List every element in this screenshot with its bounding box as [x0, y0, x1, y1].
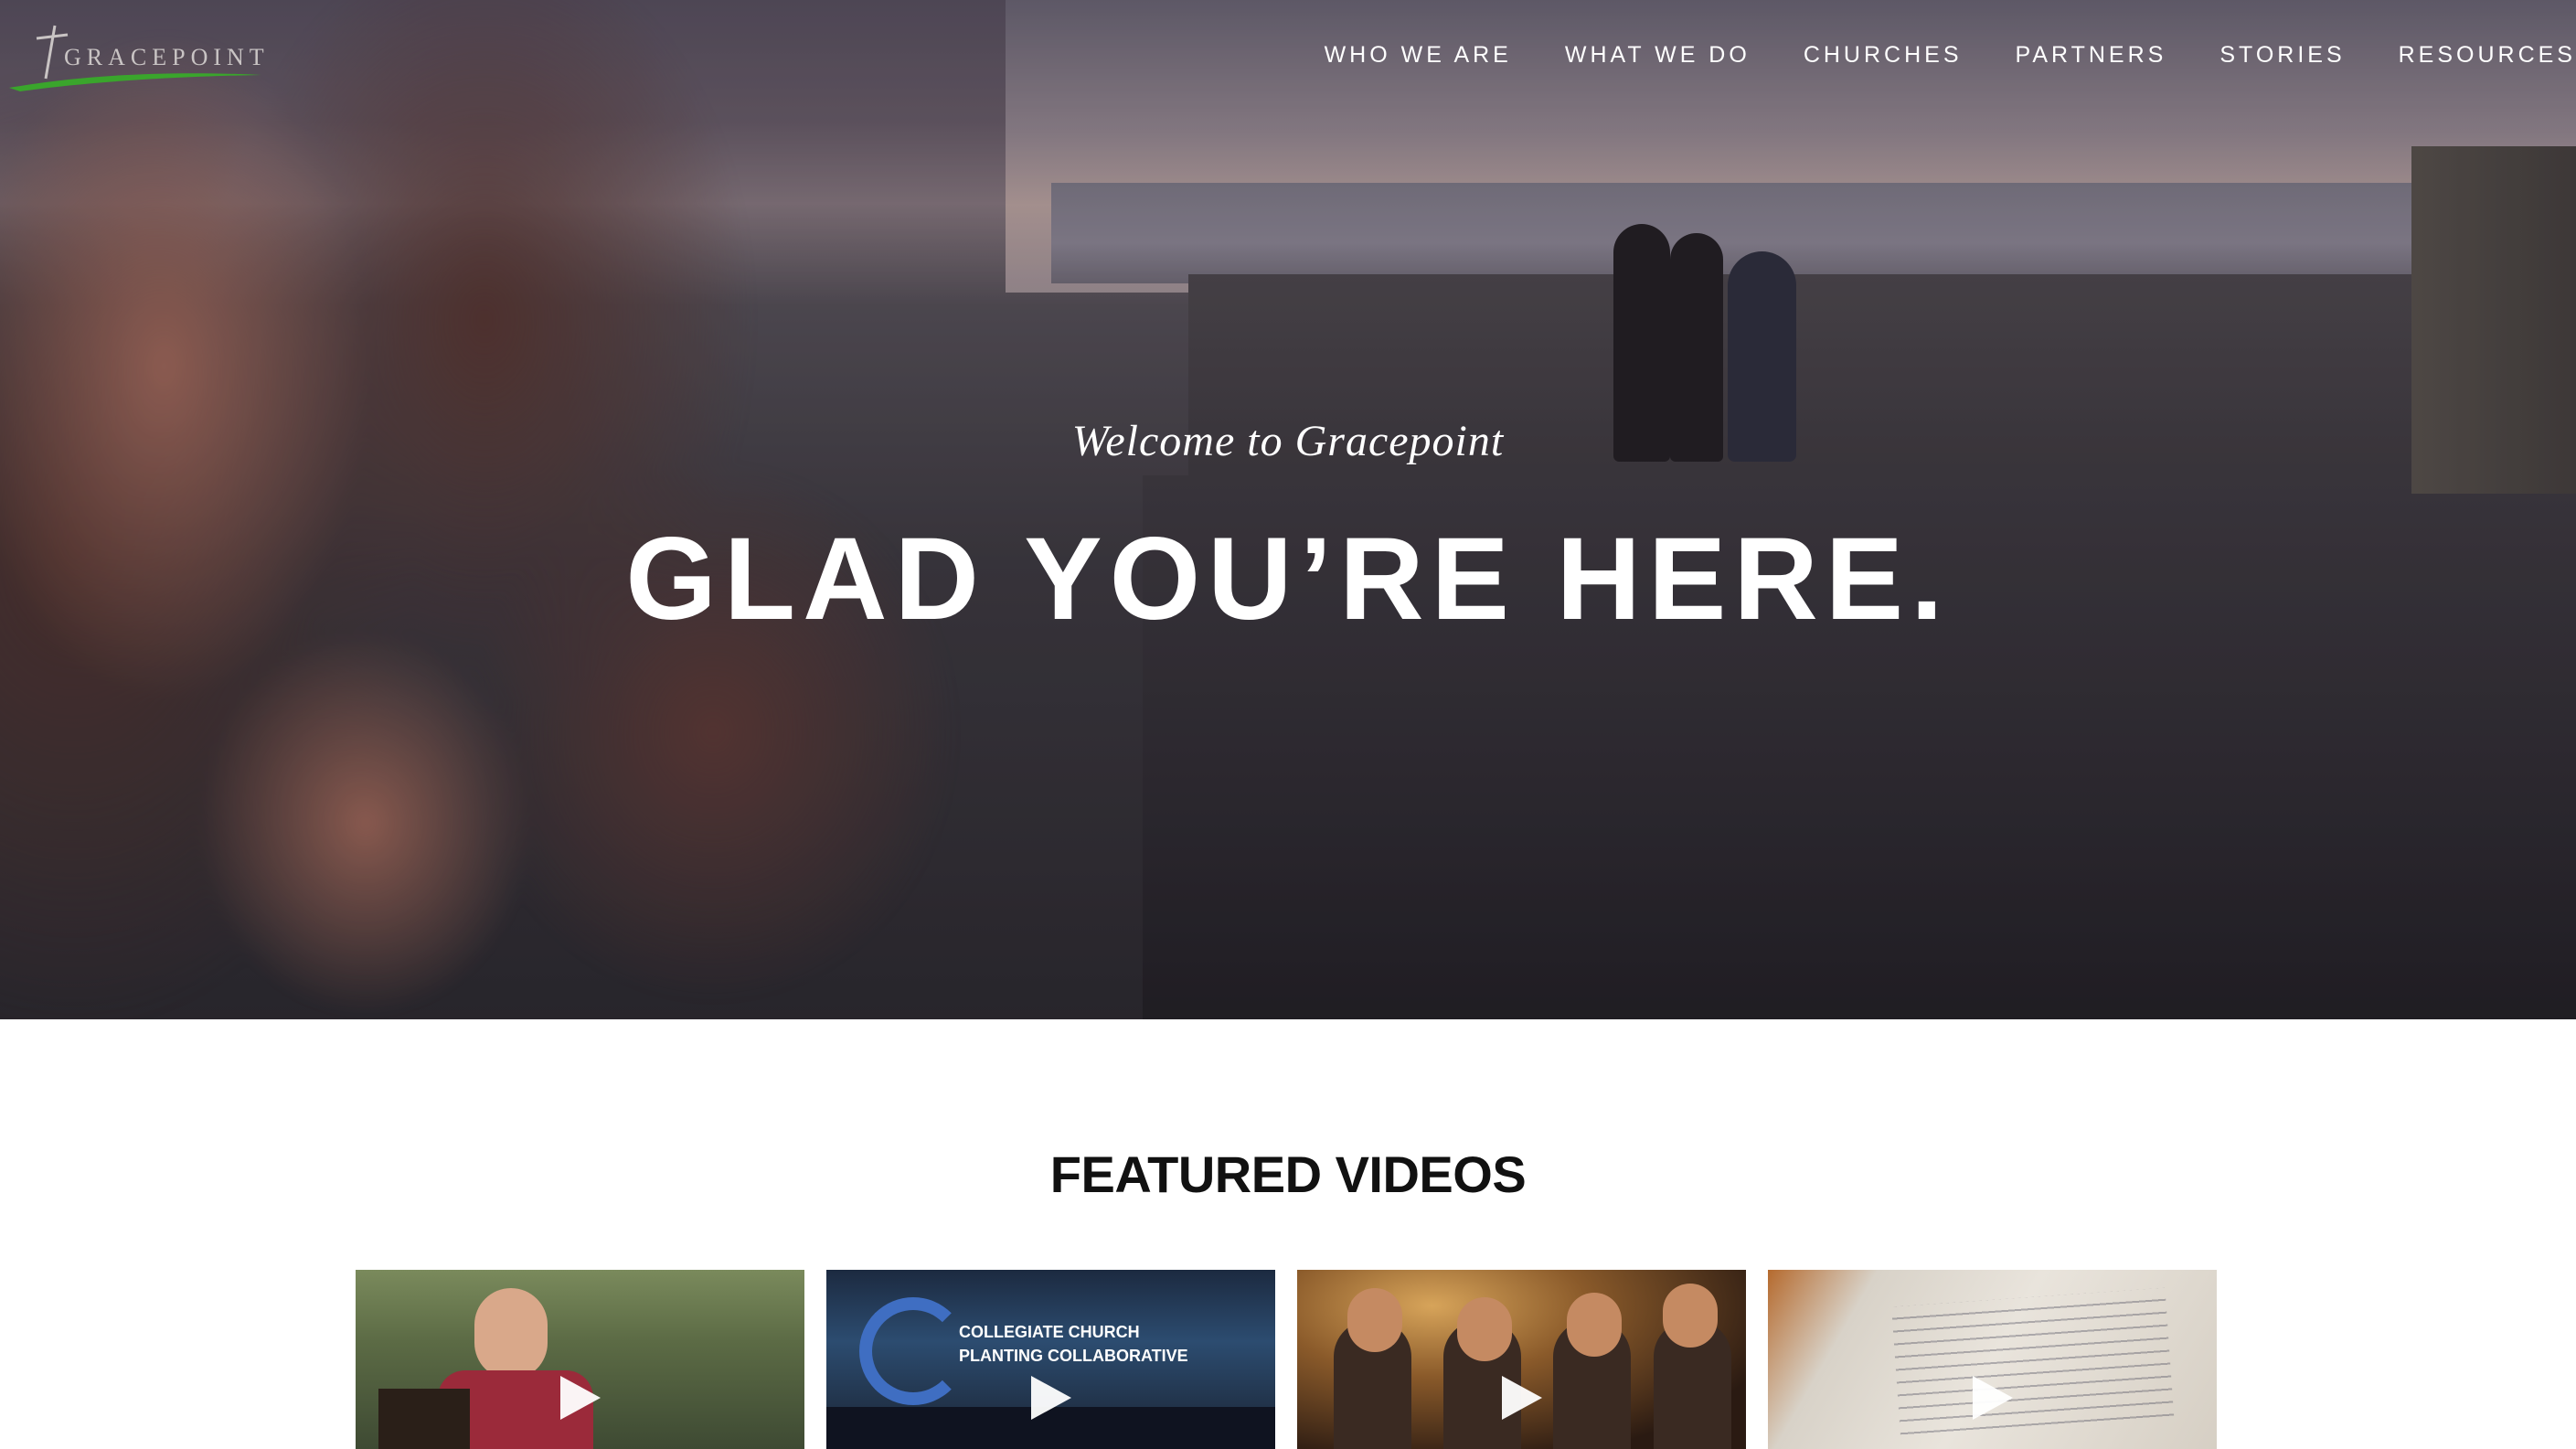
- video-card-1[interactable]: [356, 1270, 804, 1449]
- handwritten-letter: [1891, 1287, 2175, 1444]
- featured-videos-row: COLLEGIATE CHURCH PLANTING COLLABORATIVE: [356, 1270, 2217, 1449]
- collegiate-logo-icon: [859, 1297, 967, 1405]
- nav-what-we-do[interactable]: WHAT WE DO: [1565, 42, 1751, 69]
- play-icon[interactable]: [1972, 1376, 2013, 1420]
- video-card-2[interactable]: COLLEGIATE CHURCH PLANTING COLLABORATIVE: [826, 1270, 1275, 1449]
- play-icon[interactable]: [1501, 1376, 1542, 1420]
- hero-title: GLAD YOU’RE HERE.: [625, 514, 1951, 645]
- nav-resources[interactable]: RESOURCES: [2399, 42, 2576, 69]
- nav-who-we-are[interactable]: WHO WE ARE: [1325, 42, 1512, 69]
- nav-churches[interactable]: CHURCHES: [1804, 42, 1963, 69]
- main-nav: WHO WE ARE WHAT WE DO CHURCHES PARTNERS …: [1272, 42, 2576, 69]
- play-icon[interactable]: [559, 1376, 601, 1420]
- hero-overlay: [0, 0, 2576, 1019]
- video-card-3[interactable]: [1297, 1270, 1746, 1449]
- gracepoint-logo[interactable]: GRACEPOINT: [7, 24, 272, 97]
- video-card-4[interactable]: [1768, 1270, 2217, 1449]
- play-icon[interactable]: [1030, 1376, 1071, 1420]
- logo-text: GRACEPOINT: [64, 44, 270, 70]
- featured-videos-title: FEATURED VIDEOS: [1049, 1145, 1527, 1203]
- video-screen-text: COLLEGIATE CHURCH PLANTING COLLABORATIVE: [959, 1323, 1188, 1365]
- hero-subtitle: Welcome to Gracepoint: [1071, 417, 1505, 465]
- nav-partners[interactable]: PARTNERS: [2016, 42, 2167, 69]
- nav-stories[interactable]: STORIES: [2219, 42, 2345, 69]
- hero-banner: [0, 0, 2576, 1019]
